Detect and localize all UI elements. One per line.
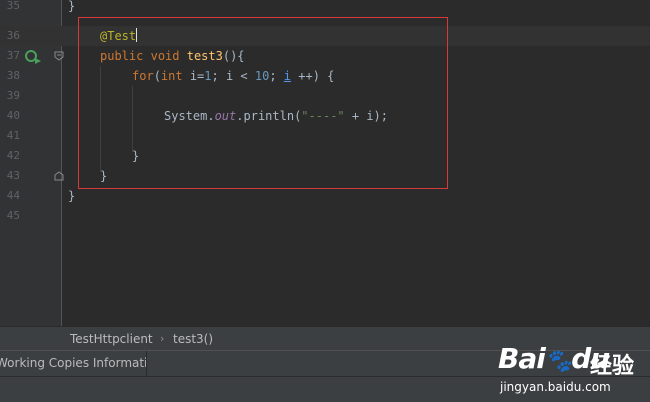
method-name: test3 [186,49,223,63]
indent-guide [100,66,101,172]
line-number: 39 [6,89,20,102]
indent-guide [132,86,133,152]
text-caret [136,28,138,42]
code-text: } [68,189,76,203]
code-line-41[interactable]: 41 [0,126,650,146]
code-text: } [68,0,76,13]
breadcrumb-method[interactable]: test3() [173,327,213,351]
run-test-icon[interactable] [24,49,42,65]
code-text: public void test3(){ [100,49,245,63]
line-number: 35 [6,0,20,12]
line-number: 41 [6,129,20,142]
line-number: 43 [6,169,20,182]
code-text: } [100,169,108,183]
code-line-45[interactable]: 45 [0,206,650,226]
line-number: 36 [6,29,20,42]
line-number: 38 [6,69,20,82]
code-line-39[interactable]: 39 [0,86,650,106]
code-text: @Test [100,26,138,46]
fold-end-icon[interactable] [54,171,64,181]
line-number: 37 [6,49,20,62]
line-number: 42 [6,149,20,162]
code-editor[interactable]: 35 } 36 @Test 37 public void test3(){ 38… [0,0,650,326]
line-number: 44 [6,189,20,202]
code-line-38[interactable]: 38 for(int i=1; i < 10; i ++) { [0,66,650,86]
code-line-43[interactable]: 43 } [0,166,650,186]
code-line-37[interactable]: 37 public void test3(){ [0,46,650,66]
code-line-44[interactable]: 44 } [0,186,650,206]
code-text: } [132,149,140,163]
line-number: 45 [6,209,20,222]
watermark-url: jingyan.baidu.com [500,380,611,394]
breadcrumb-separator: › [160,332,165,345]
baidu-watermark: Bai🐾du 经验 jingyan.baidu.com [498,342,648,400]
annotation-token: @Test [100,29,137,43]
code-line-40[interactable]: 40 System.out.println("----" + i); [0,106,650,126]
tab-working-copies-information[interactable]: Working Copies Information [0,351,147,376]
tab-label: Working Copies Information [0,356,146,370]
code-line-42[interactable]: 42 } [0,146,650,166]
code-text: System.out.println("----" + i); [164,109,389,123]
breadcrumb-class[interactable]: TestHttpclient [70,327,153,351]
line-number: 40 [6,109,20,122]
code-line-35[interactable]: 35 } [0,0,650,16]
fold-collapse-icon[interactable] [54,51,64,61]
code-text: for(int i=1; i < 10; i ++) { [132,69,335,83]
watermark-title: 经验 [590,354,635,379]
code-line-36[interactable]: 36 @Test [0,26,650,46]
